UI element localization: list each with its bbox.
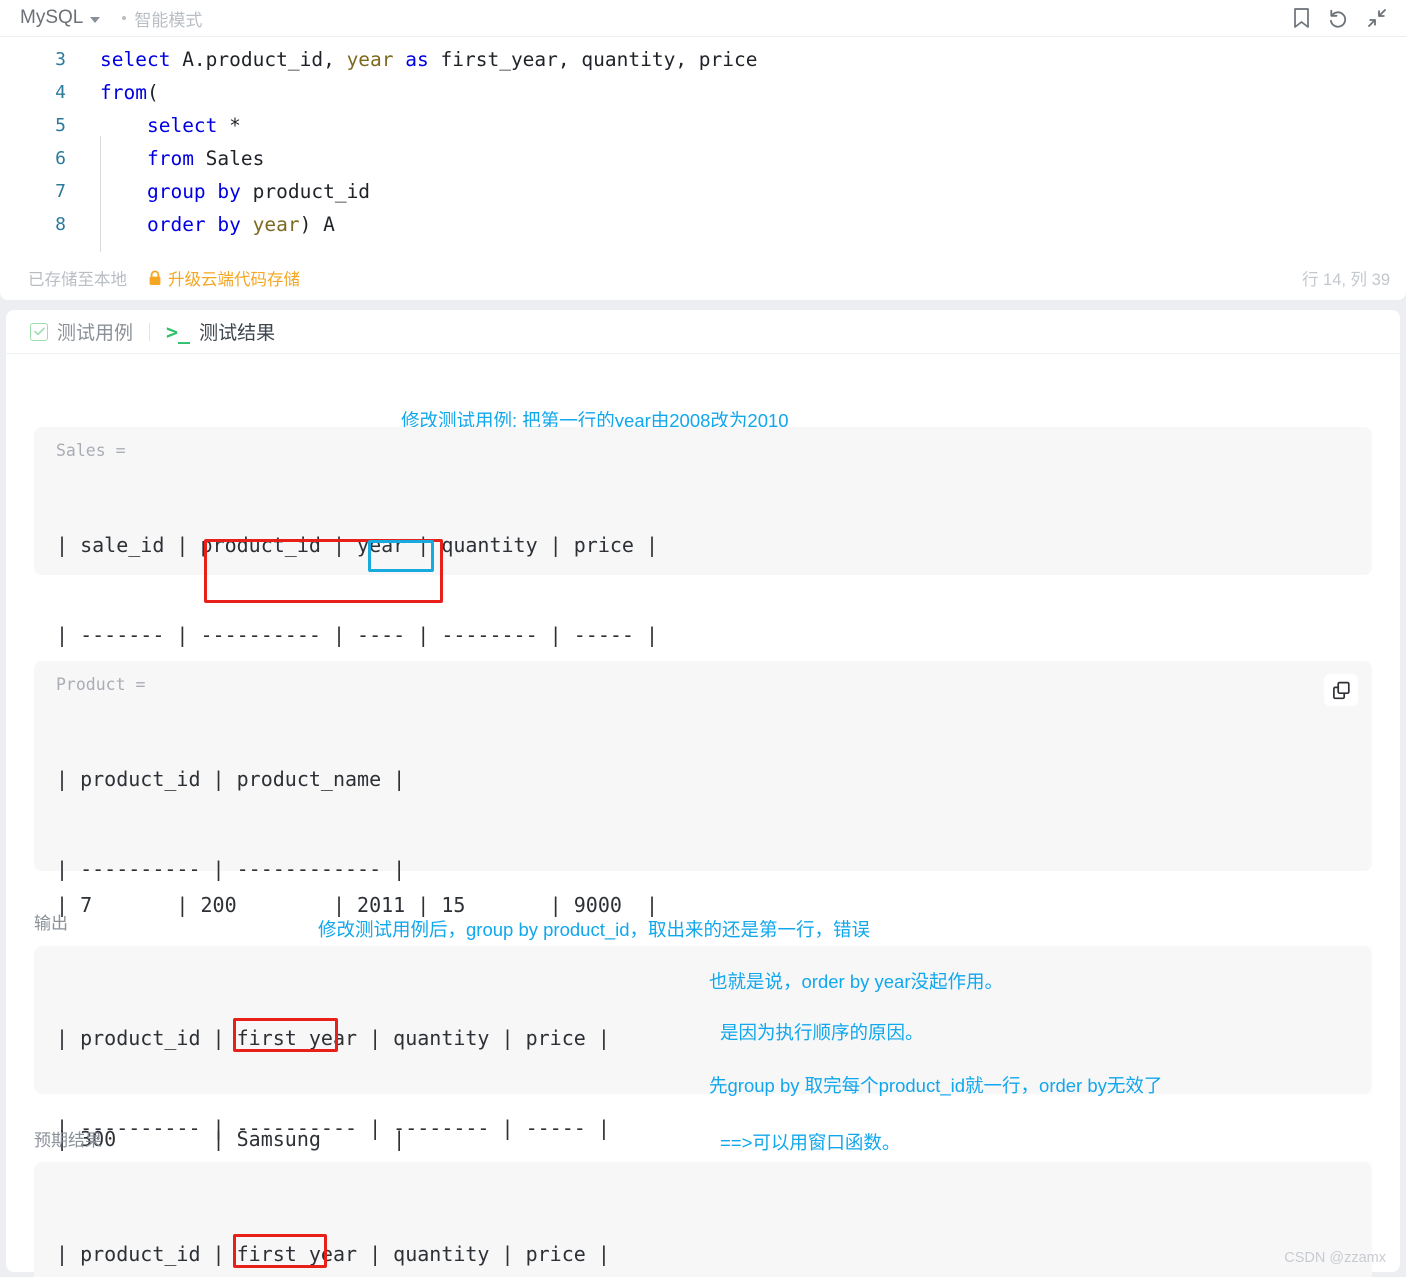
sales-table-divider: | ------- | ---------- | ---- | --------… bbox=[56, 623, 659, 647]
editor-toolbar: MySQL 智能模式 bbox=[0, 0, 1406, 37]
code-token: year bbox=[346, 48, 394, 71]
product-card-label: Product = bbox=[56, 675, 146, 694]
product-table-divider: | ---------- | ------------ | bbox=[56, 857, 406, 881]
code-line-text: select A.product_id, year as first_year,… bbox=[82, 43, 758, 76]
product-table-card: Product = | product_id | product_name | … bbox=[34, 661, 1372, 1151]
annotation-note-2: 是因为执行顺序的原因。 bbox=[720, 1022, 924, 1043]
bookmark-icon[interactable] bbox=[1286, 3, 1316, 33]
watermark-label: CSDN @zzamx bbox=[1284, 1250, 1386, 1266]
code-token: select bbox=[100, 48, 171, 71]
code-token: A.product_id, bbox=[170, 48, 347, 71]
copy-icon[interactable] bbox=[1324, 674, 1358, 706]
expected-table-header: | product_id | first_year | quantity | p… bbox=[56, 1242, 610, 1266]
code-token: as bbox=[405, 48, 429, 71]
mode-dot-icon bbox=[122, 16, 127, 20]
code-token: Sales bbox=[193, 147, 265, 170]
checkbox-icon bbox=[30, 322, 48, 341]
code-line[interactable]: 5 select * bbox=[0, 109, 1406, 142]
expected-table-card: | product_id | first_year | quantity | p… bbox=[34, 1162, 1372, 1277]
line-number: 7 bbox=[55, 181, 66, 202]
code-token: ( bbox=[146, 81, 159, 104]
code-token: product_id bbox=[240, 180, 371, 203]
code-token: from bbox=[100, 81, 147, 104]
code-line-text: from( bbox=[82, 76, 159, 109]
line-number: 5 bbox=[55, 115, 66, 136]
smart-mode-indicator[interactable]: 智能模式 bbox=[122, 6, 202, 31]
terminal-icon: >_ bbox=[166, 319, 191, 344]
code-line-text: from Sales bbox=[82, 142, 264, 175]
results-tabs: 测试用例 >_ 测试结果 bbox=[6, 310, 1400, 354]
chevron-down-icon bbox=[90, 16, 101, 23]
sales-table-card: Sales = | sale_id | product_id | year | … bbox=[34, 427, 1372, 917]
tab-test-cases[interactable]: 测试用例 bbox=[30, 318, 133, 345]
screenshot-root: MySQL 智能模式 3 select A.product_id, year a… bbox=[0, 0, 1406, 1277]
lock-icon bbox=[147, 270, 162, 286]
code-token: by bbox=[217, 213, 241, 236]
expected-table: | product_id | first_year | quantity | p… bbox=[34, 1162, 1372, 1277]
code-token: * bbox=[217, 114, 241, 137]
collapse-arrows-icon[interactable] bbox=[1362, 3, 1392, 33]
annotation-note-1: 也就是说，order by year没起作用。 bbox=[709, 971, 1003, 992]
code-token: year bbox=[252, 213, 300, 236]
code-token: ) A bbox=[299, 213, 335, 236]
line-number: 6 bbox=[55, 148, 66, 169]
upgrade-label: 升级云端代码存储 bbox=[168, 271, 300, 289]
output-section-label: 输出 bbox=[34, 914, 68, 933]
code-editor-area[interactable]: 3 select A.product_id, year as first_year… bbox=[0, 37, 1406, 252]
code-line-text: order by year) A bbox=[82, 208, 335, 241]
output-table-card: | product_id | first_year | quantity | p… bbox=[34, 946, 1372, 1230]
caret-position-label: 行 14, 列 39 bbox=[1301, 271, 1390, 289]
code-line[interactable]: 6 from Sales bbox=[0, 142, 1406, 175]
tab-test-results[interactable]: >_ 测试结果 bbox=[166, 318, 275, 345]
upgrade-cloud-storage-button[interactable]: 升级云端代码存储 bbox=[147, 266, 300, 290]
code-token: group bbox=[146, 180, 206, 203]
language-label: MySQL bbox=[20, 7, 84, 28]
code-line[interactable]: 4 from( bbox=[0, 76, 1406, 109]
annotation-output: 修改测试用例后，group by product_id，取出来的还是第一行，错误 bbox=[318, 919, 871, 940]
tab-test-cases-label: 测试用例 bbox=[57, 323, 134, 344]
code-token: order bbox=[146, 213, 206, 236]
product-table-header: | product_id | product_name | bbox=[56, 767, 406, 791]
code-line-text: group by product_id bbox=[82, 175, 370, 208]
expected-section-label: 预期结果 bbox=[34, 1131, 102, 1150]
line-number: 8 bbox=[55, 214, 66, 235]
tab-separator bbox=[149, 322, 151, 341]
code-line[interactable]: 3 select A.product_id, year as first_year… bbox=[0, 43, 1406, 76]
history-revert-icon[interactable] bbox=[1324, 3, 1354, 33]
smart-mode-label: 智能模式 bbox=[134, 10, 203, 30]
saved-status-label: 已存储至本地 bbox=[28, 271, 127, 289]
code-line-text: select * bbox=[82, 109, 241, 142]
output-table-divider: | ---------- | ---------- | -------- | -… bbox=[56, 1116, 610, 1140]
code-line[interactable]: 8 order by year) A bbox=[0, 208, 1406, 241]
annotation-note-4: ==>可以用窗口函数。 bbox=[720, 1132, 901, 1153]
code-token: from bbox=[146, 147, 194, 170]
tab-test-results-label: 测试结果 bbox=[199, 323, 276, 344]
language-selector[interactable]: MySQL bbox=[20, 7, 101, 29]
code-token: first_year, quantity, price bbox=[428, 48, 758, 71]
sql-editor-panel: MySQL 智能模式 3 select A.product_id, year a… bbox=[0, 0, 1406, 300]
sales-table-header: | sale_id | product_id | year | quantity… bbox=[56, 533, 659, 557]
results-panel: 测试用例 >_ 测试结果 修改测试用例: 把第一行的year由2008改为201… bbox=[6, 310, 1400, 1277]
sales-card-label: Sales = bbox=[56, 441, 126, 460]
code-token: by bbox=[217, 180, 241, 203]
code-line[interactable]: 7 group by product_id bbox=[0, 175, 1406, 208]
line-number: 4 bbox=[55, 82, 66, 103]
code-lines: 3 select A.product_id, year as first_year… bbox=[0, 43, 1406, 241]
line-number: 3 bbox=[55, 49, 66, 70]
code-token: select bbox=[146, 114, 218, 137]
annotation-note-3: 先group by 取完每个product_id就一行，order by无效了 bbox=[709, 1075, 1163, 1096]
editor-status-bar: 已存储至本地 升级云端代码存储 行 14, 列 39 bbox=[0, 256, 1406, 300]
output-table-header: | product_id | first_year | quantity | p… bbox=[56, 1026, 610, 1050]
